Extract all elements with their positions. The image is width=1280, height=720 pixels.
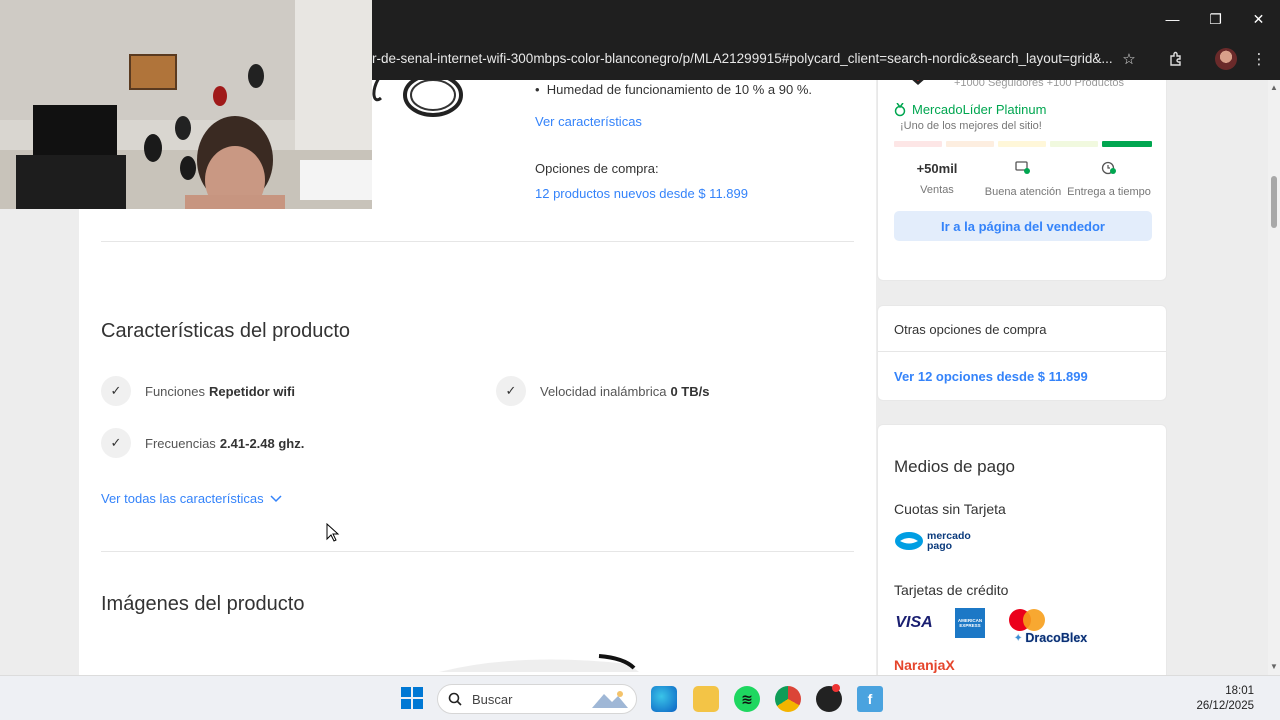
mercadopago-line2: pago [927, 540, 953, 552]
card-divider [878, 351, 1166, 352]
metric-label: Entrega a tiempo [1067, 186, 1151, 198]
feature-funciones: ✓ Funciones Repetidor wifi [101, 376, 295, 406]
spec-bullet-text: Humedad de funcionamiento de 10 % a 90 %… [546, 82, 813, 97]
profile-avatar[interactable] [1215, 48, 1237, 70]
feature-label: Velocidad inalámbrica [540, 383, 667, 399]
naranjax-logo: NaranjaX [894, 657, 955, 673]
check-circle-icon: ✓ [496, 376, 526, 406]
reputation-bar-3 [998, 141, 1046, 147]
ver-caracteristicas-link[interactable]: Ver características [535, 114, 642, 129]
feature-frecuencias: ✓ Frecuencias 2.41-2.48 ghz. [101, 428, 304, 458]
mouse-cursor-icon [326, 523, 340, 542]
payment-card: Medios de pago Cuotas sin Tarjeta mercad… [877, 424, 1167, 675]
clock-date: 26/12/2025 [1196, 700, 1254, 712]
other-options-title: Otras opciones de compra [894, 322, 1047, 337]
bullet-dot: • [535, 82, 547, 97]
extensions-icon[interactable] [1165, 48, 1187, 70]
opciones-compra-link[interactable]: 12 productos nuevos desde $ 11.899 [535, 186, 748, 201]
feature-label: Frecuencias [145, 435, 216, 451]
visa-logo: VISA [895, 614, 933, 631]
seller-card: +1000 Seguidores +100 Productos MercadoL… [877, 80, 1167, 281]
chevron-down-icon [270, 494, 282, 502]
reputation-bar-4 [1050, 141, 1098, 147]
feature-value: 2.41-2.48 ghz. [219, 435, 305, 451]
browser-menu-icon[interactable]: ⋮ [1248, 48, 1270, 70]
check-circle-icon: ✓ [101, 428, 131, 458]
metric-label: Buena atención [984, 186, 1062, 198]
reputation-bar-5 [1102, 141, 1152, 147]
dracoblex-logo: ✦ DracoBlex [1014, 631, 1088, 645]
mercadopago-handshake-icon [895, 532, 923, 550]
payment-title: Medios de pago [894, 457, 1015, 476]
metric-entrega: Entrega a tiempo [1066, 161, 1152, 198]
characteristics-title: Características del producto [101, 320, 351, 342]
check-circle-icon: ✓ [101, 376, 131, 406]
medal-icon [894, 102, 906, 116]
cuotas-title: Cuotas sin Tarjeta [894, 501, 1006, 517]
app-f-icon[interactable]: f [857, 686, 883, 712]
spotify-icon[interactable]: ≋ [734, 686, 760, 712]
taskbar-clock[interactable]: 18:01 26/12/2025 [1196, 684, 1254, 714]
windows-start-icon[interactable] [401, 687, 423, 709]
bookmark-star-icon[interactable]: ☆ [1118, 48, 1140, 70]
metric-value: +50mil [916, 161, 958, 176]
mercadolider-badge: MercadoLíder Platinum [894, 102, 1046, 117]
other-options-link[interactable]: Ver 12 opciones desde $ 11.899 [894, 369, 1088, 384]
scroll-thumb[interactable] [1271, 176, 1277, 228]
other-options-card: Otras opciones de compra Ver 12 opciones… [877, 305, 1167, 401]
product-image-top [439, 654, 639, 672]
feature-velocidad: ✓ Velocidad inalámbrica 0 TB/s [496, 376, 709, 406]
search-icon [448, 692, 462, 706]
clock-check-icon [1101, 161, 1116, 175]
images-section-title: Imágenes del producto [101, 593, 305, 615]
opciones-compra-label: Opciones de compra: [535, 161, 659, 176]
credit-title: Tarjetas de crédito [894, 582, 1009, 598]
metric-label: Ventas [920, 184, 954, 196]
feature-label: Funciones [145, 383, 205, 399]
clock-time: 18:01 [1225, 685, 1254, 697]
mercadolider-subtitle: ¡Uno de los mejores del sitio! [900, 120, 1042, 132]
minimize-button[interactable]: — [1151, 0, 1194, 38]
see-all-label: Ver todas las características [101, 491, 264, 506]
window-controls: — ❐ ✕ [1151, 0, 1280, 38]
ver-todas-caracteristicas-link[interactable]: Ver todas las características [101, 491, 282, 506]
scroll-up-icon[interactable]: ▲ [1270, 84, 1278, 92]
spec-bullet: • Humedad de funcionamiento de 10 % a 90… [535, 82, 812, 97]
taskbar-search[interactable]: Buscar [437, 684, 637, 714]
reputation-bar-2 [946, 141, 994, 147]
mercadopago-logo: mercado pago [894, 531, 971, 551]
feature-value: 0 TB/s [670, 383, 710, 399]
restore-button[interactable]: ❐ [1194, 0, 1237, 38]
search-highlight-image [592, 691, 628, 708]
taskbar: Buscar ≋ f 18:01 26/12/2025 [0, 675, 1280, 720]
product-image-fragment [372, 80, 463, 117]
page-scrollbar[interactable]: ▲ ▼ [1268, 80, 1280, 675]
section-divider [101, 551, 854, 552]
amex-logo: AMERICAN EXPRESS [955, 608, 985, 638]
metric-atencion: Buena atención [980, 161, 1066, 198]
chrome-icon[interactable] [775, 686, 801, 712]
seller-logo-fragment [912, 80, 924, 85]
reputation-bar-1 [894, 141, 942, 147]
scroll-down-icon[interactable]: ▼ [1270, 663, 1278, 671]
chat-check-icon [1015, 161, 1030, 174]
close-button[interactable]: ✕ [1237, 0, 1280, 38]
url-field[interactable]: r-de-senal-internet-wifi-300mbps-color-b… [372, 49, 1112, 69]
section-divider [101, 241, 854, 242]
notification-dot [832, 684, 840, 692]
metric-ventas: +50mil Ventas [894, 161, 980, 196]
seller-page-button[interactable]: Ir a la página del vendedor [894, 211, 1152, 241]
search-placeholder: Buscar [472, 691, 513, 707]
seller-stats: +1000 Seguidores +100 Productos [954, 80, 1125, 89]
edge-icon[interactable] [651, 686, 677, 712]
webcam-overlay [0, 0, 372, 209]
feature-value: Repetidor wifi [208, 383, 295, 399]
dracoblex-text: DracoBlex [1025, 631, 1088, 645]
file-explorer-icon[interactable] [693, 686, 719, 712]
mercadolider-label: MercadoLíder Platinum [912, 102, 1047, 117]
